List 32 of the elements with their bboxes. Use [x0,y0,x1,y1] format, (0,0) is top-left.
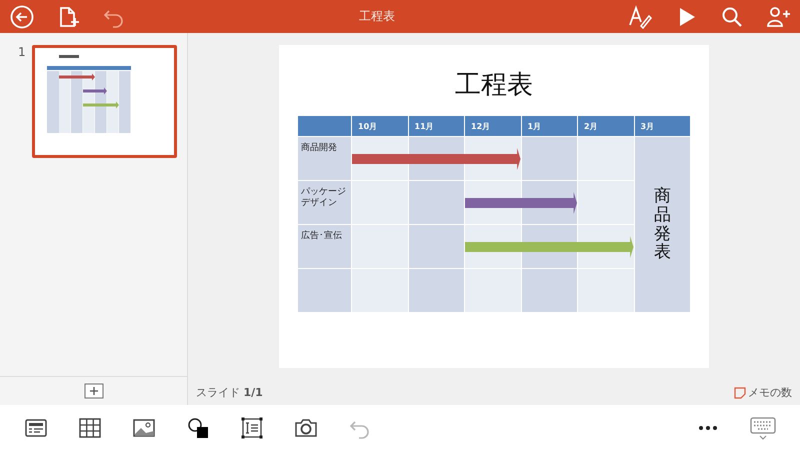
table-cell [522,269,577,312]
table-cell [352,269,408,312]
table-cell [298,269,351,312]
note-icon [734,386,746,398]
table-cell [465,269,520,312]
add-person-icon[interactable] [766,4,790,28]
milestone-text: 商品発表 [654,187,671,262]
slide-title: 工程表 [455,69,533,102]
search-icon[interactable] [720,4,744,28]
text-box-icon[interactable] [240,416,264,440]
shapes-icon[interactable] [186,416,210,440]
column-header: 10月 [352,116,408,136]
text-pen-icon[interactable] [628,4,652,28]
row-label: 商品開発 [298,137,351,180]
column-header: 1月 [522,116,577,136]
header-cell [298,116,351,136]
table-cell [578,269,634,312]
back-icon[interactable] [10,4,34,28]
notes-button[interactable]: メモの数 [734,385,792,400]
column-header: 12月 [465,116,520,136]
add-slide-icon[interactable] [84,383,104,399]
slide-counter: スライド 1/1 [196,385,263,400]
table-icon[interactable] [78,416,102,440]
table-cell [408,269,464,312]
slide-number: 1 [18,45,26,59]
column-header: 2月 [578,116,634,136]
row-label: パッケージデザイン [298,181,351,224]
document-title: 工程表 [358,8,396,25]
column-header: 11月 [408,116,464,136]
keyboard-icon[interactable] [750,416,776,440]
column-header: 3月 [634,116,690,136]
row-label: 広告･宣伝 [298,225,351,268]
